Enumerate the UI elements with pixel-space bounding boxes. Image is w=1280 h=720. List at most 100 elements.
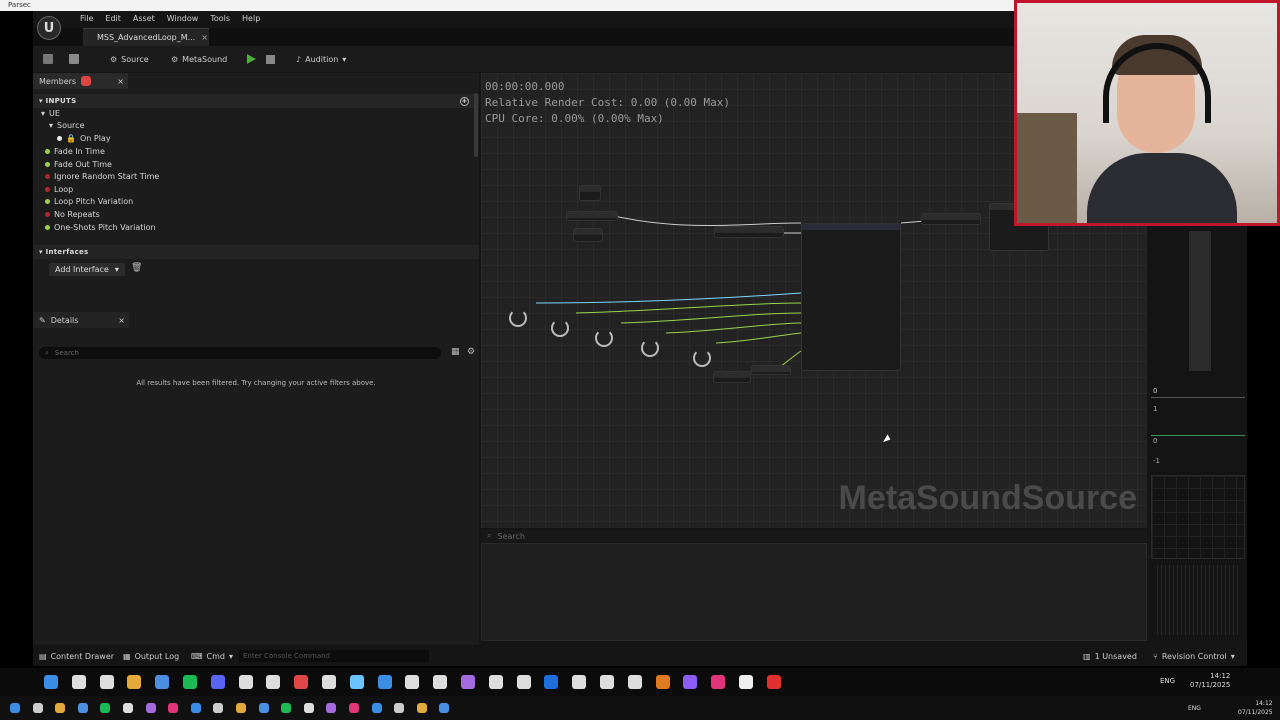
console-command-input[interactable]: Enter Console Command <box>239 650 429 662</box>
taskbar-app-icon[interactable] <box>100 703 111 713</box>
menu-item-asset[interactable]: Asset <box>127 14 161 23</box>
taskbar-app-icon[interactable] <box>416 703 427 713</box>
taskbar-app-icon[interactable] <box>10 703 20 713</box>
taskbar-app-icon[interactable] <box>190 703 201 713</box>
member-input-item[interactable]: No Repeats <box>45 210 100 219</box>
tree-category-source[interactable]: ▾ Source <box>49 121 85 130</box>
taskbar-app-icon[interactable] <box>488 675 503 689</box>
taskbar-app-icon[interactable] <box>236 703 246 713</box>
add-input-icon[interactable]: + <box>460 96 469 106</box>
menu-item-file[interactable]: File <box>74 14 99 23</box>
stop-button[interactable] <box>266 54 275 64</box>
graph-node-loop[interactable] <box>579 185 601 201</box>
taskbar-app-icon[interactable] <box>326 703 337 713</box>
taskbar-app-icon[interactable] <box>349 703 359 713</box>
taskbar-app-icon[interactable] <box>258 703 269 713</box>
taskbar-app-icon[interactable] <box>44 675 58 689</box>
taskbar-app-icon[interactable] <box>213 703 224 713</box>
taskbar-app-icon[interactable] <box>32 703 43 713</box>
taskbar-app-icon[interactable] <box>55 703 66 713</box>
taskbar-app-icon[interactable] <box>145 703 156 713</box>
audition-dropdown[interactable]: ♪ Audition ▾ <box>296 55 346 64</box>
taskbar-app-icon[interactable] <box>266 675 281 689</box>
graph-node-output[interactable] <box>921 213 981 225</box>
menu-item-help[interactable]: Help <box>236 14 266 23</box>
taskbar-app-icon[interactable] <box>461 675 475 689</box>
inputs-header[interactable]: ▾ INPUTS + <box>33 94 479 108</box>
taskbar-app-icon[interactable] <box>71 675 86 689</box>
graph-node-weights[interactable] <box>751 365 791 375</box>
taskbar-app-icon[interactable] <box>349 675 364 689</box>
knob-loop-pitch[interactable] <box>641 339 659 357</box>
taskbar-app-icon[interactable] <box>99 675 114 689</box>
content-drawer-button[interactable]: ▤ Content Drawer <box>39 652 114 661</box>
taskbar-app-icon[interactable] <box>627 675 642 689</box>
bottom-search-input[interactable]: ⌕ Search <box>481 530 1147 542</box>
taskbar-app-icon[interactable] <box>377 675 392 689</box>
details-tab[interactable]: ✎ Details × <box>33 312 129 328</box>
member-input-item[interactable]: Fade Out Time <box>45 160 112 169</box>
taskbar-app-icon[interactable] <box>155 675 170 689</box>
graph-node-ignore-random[interactable] <box>566 211 618 221</box>
save-button[interactable] <box>43 54 53 64</box>
graph-node-advanced-loop[interactable] <box>801 223 901 371</box>
graph-node-oneshot-weights[interactable] <box>713 371 751 383</box>
revision-control-button[interactable]: ⑂ Revision Control ▾ <box>1153 652 1235 661</box>
knob-fade-in[interactable] <box>509 309 527 327</box>
member-input-item[interactable]: Fade In Time <box>45 147 105 156</box>
taskbar-app-icon[interactable] <box>516 675 531 689</box>
taskbar-app-icon[interactable] <box>294 675 309 689</box>
gear-icon[interactable]: ⚙ <box>467 347 475 357</box>
taskbar-app-icon[interactable] <box>183 675 197 689</box>
taskbar-app-icon[interactable] <box>303 703 314 713</box>
member-input-item[interactable]: Loop Pitch Variation <box>45 197 133 206</box>
member-input-item[interactable]: One-Shots Pitch Variation <box>45 223 156 232</box>
taskbar-app-icon[interactable] <box>433 675 448 689</box>
close-icon[interactable]: × <box>201 33 208 42</box>
taskbar-app-icon[interactable] <box>600 675 614 689</box>
taskbar-app-icon[interactable] <box>683 675 698 689</box>
source-button[interactable]: ⚙ Source <box>110 55 149 64</box>
add-interface-dropdown[interactable]: Add Interface ▾ <box>49 263 125 276</box>
taskbar-app-icon[interactable] <box>168 703 179 713</box>
menu-item-tools[interactable]: Tools <box>204 14 236 23</box>
trash-icon[interactable]: 🗑 <box>131 263 142 273</box>
document-tab[interactable]: MSS_AdvancedLoop_M... × <box>83 28 209 46</box>
taskbar-app-icon[interactable] <box>371 703 382 713</box>
details-search-input[interactable]: ⌕ Search <box>39 347 441 359</box>
members-tab[interactable]: Members × <box>33 73 128 89</box>
interfaces-header[interactable]: ▾ Interfaces <box>33 245 479 259</box>
knob-oneshot-pitch[interactable] <box>693 349 711 367</box>
tree-category-ue[interactable]: ▾ UE <box>41 109 60 118</box>
taskbar-app-icon[interactable] <box>572 675 587 689</box>
knob-volume[interactable] <box>595 329 613 347</box>
taskbar-app-icon[interactable] <box>405 675 420 689</box>
member-input-item[interactable]: Ignore Random Start Time <box>45 172 159 181</box>
taskbar-app-icon[interactable] <box>77 703 88 713</box>
tree-item-on-play[interactable]: 🔒 On Play <box>57 134 111 143</box>
unreal-logo-icon[interactable]: U <box>37 16 61 40</box>
play-button[interactable] <box>247 54 256 64</box>
unsaved-button[interactable]: ▥ 1 Unsaved <box>1083 652 1137 661</box>
taskbar-app-icon[interactable] <box>281 703 292 713</box>
taskbar-app-icon[interactable] <box>544 675 559 689</box>
taskbar-app-icon[interactable] <box>210 675 225 689</box>
taskbar-app-icon[interactable] <box>394 703 405 713</box>
taskbar-app-icon[interactable] <box>439 703 450 713</box>
taskbar-app-icon[interactable] <box>711 675 726 689</box>
taskbar-app-icon[interactable] <box>655 675 670 689</box>
taskbar-app-icon[interactable] <box>766 675 781 689</box>
members-scrollbar[interactable] <box>474 93 478 157</box>
menu-item-window[interactable]: Window <box>161 14 205 23</box>
member-input-item[interactable]: Loop <box>45 185 73 194</box>
knob-fade-out[interactable] <box>551 319 569 337</box>
output-log-button[interactable]: ▦ Output Log <box>123 652 179 661</box>
taskbar-app-icon[interactable] <box>123 703 133 713</box>
taskbar-app-icon[interactable] <box>127 675 142 689</box>
close-icon[interactable]: × <box>117 77 124 86</box>
graph-node-no-repeats[interactable] <box>573 228 603 242</box>
taskbar-app-icon[interactable] <box>322 675 336 689</box>
cmd-dropdown[interactable]: ⌨ Cmd ▾ <box>191 652 233 661</box>
graph-node-on-play[interactable] <box>714 226 784 238</box>
close-icon[interactable]: × <box>118 316 125 325</box>
